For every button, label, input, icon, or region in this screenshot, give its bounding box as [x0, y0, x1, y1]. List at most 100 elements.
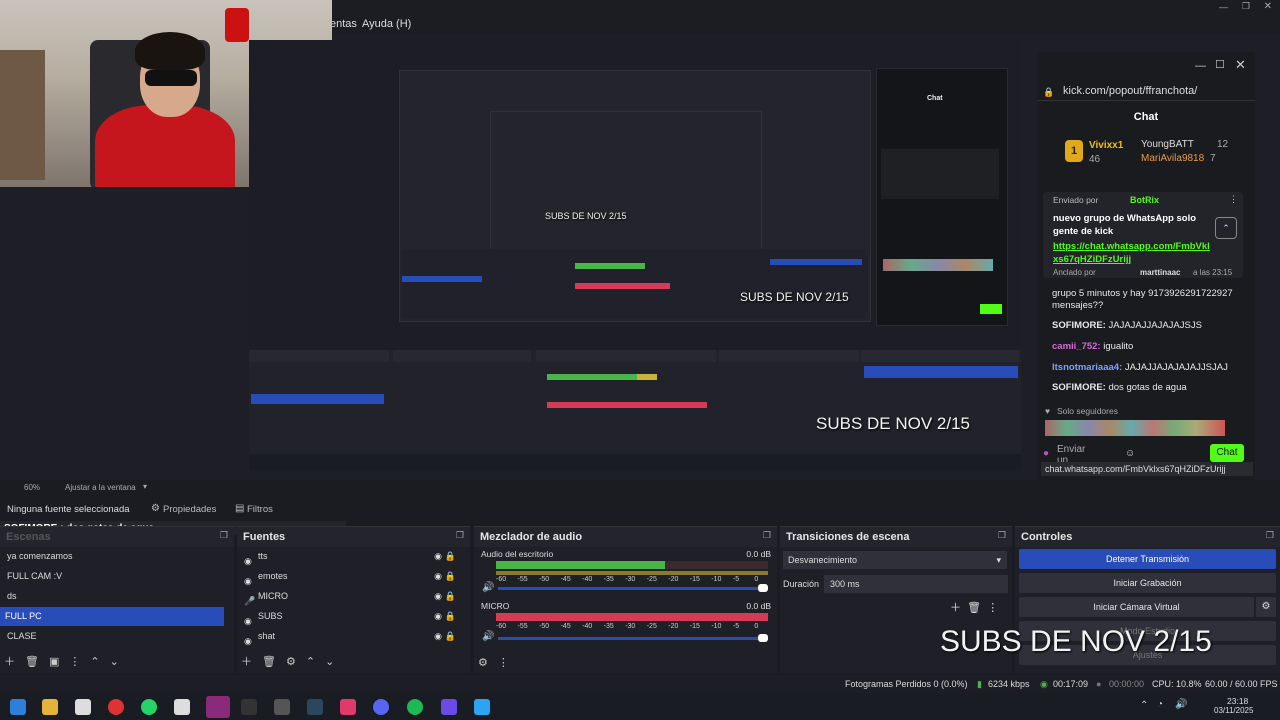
- eye-icon[interactable]: ◉: [434, 627, 442, 646]
- fit-window[interactable]: Ajustar a la ventana: [65, 483, 136, 492]
- app-icon[interactable]: [274, 699, 290, 715]
- dock-float-icon[interactable]: ❐: [998, 530, 1006, 541]
- chat-minimize-icon[interactable]: —: [1195, 60, 1206, 72]
- obs-icon[interactable]: [206, 696, 230, 718]
- lock-icon[interactable]: 🔒: [445, 587, 456, 606]
- calendar-icon[interactable]: [75, 699, 91, 715]
- eye-icon[interactable]: ◉: [434, 547, 442, 566]
- chat-send-button[interactable]: Chat: [1210, 444, 1244, 462]
- scene-item[interactable]: CLASE: [2, 627, 228, 646]
- cpu-usage: CPU: 10.8%: [1152, 679, 1202, 689]
- zoom-value[interactable]: 60%: [24, 483, 40, 492]
- lock-icon[interactable]: 🔒: [445, 627, 456, 646]
- app-icon[interactable]: [474, 699, 490, 715]
- remove-scene-icon[interactable]: 🗑: [25, 656, 39, 668]
- source-props-icon[interactable]: ⚙: [286, 656, 296, 668]
- move-up-icon[interactable]: ⌃: [306, 656, 315, 668]
- spotify-icon[interactable]: [407, 699, 423, 715]
- start-virtual-camera-button[interactable]: Iniciar Cámara Virtual: [1019, 597, 1254, 617]
- volume-handle[interactable]: [758, 584, 768, 592]
- volume-slider[interactable]: [498, 637, 768, 640]
- dock-float-icon[interactable]: ❐: [1266, 530, 1274, 541]
- volume-handle[interactable]: [758, 634, 768, 642]
- dock-float-icon[interactable]: ❐: [220, 530, 228, 541]
- source-item[interactable]: ◉ emotes ◉ 🔒: [239, 567, 464, 586]
- file-explorer-icon[interactable]: [42, 699, 58, 715]
- move-down-icon[interactable]: ⌄: [325, 656, 334, 668]
- source-item[interactable]: 🎤 MICRO ◉ 🔒: [239, 587, 464, 606]
- menu-item-ayuda[interactable]: Ayuda (H): [362, 18, 411, 30]
- transition-more-icon[interactable]: ⋮: [987, 602, 998, 614]
- clock-date[interactable]: 03/11/2025: [1214, 706, 1253, 715]
- scene-item-selected[interactable]: FULL PC: [0, 607, 224, 626]
- pin-icon[interactable]: ⋮: [1229, 194, 1238, 205]
- lock-icon[interactable]: 🔒: [445, 607, 456, 626]
- emote-row[interactable]: [1045, 420, 1225, 436]
- transition-select[interactable]: Desvanecimiento ▾: [783, 551, 1007, 569]
- move-down-icon[interactable]: ⌄: [110, 656, 119, 668]
- filters-button[interactable]: Filtros: [247, 504, 273, 515]
- lock-icon[interactable]: 🔒: [445, 547, 456, 566]
- stop-streaming-button[interactable]: Detener Transmisión: [1019, 549, 1276, 569]
- start-recording-button[interactable]: Iniciar Grabación: [1019, 573, 1276, 593]
- gear-icon[interactable]: ⚙: [151, 503, 160, 514]
- mic-icon: 🎤: [244, 595, 256, 606]
- dock-float-icon[interactable]: ❐: [763, 530, 771, 541]
- chat-maximize-icon[interactable]: ☐: [1215, 58, 1225, 71]
- eye-icon[interactable]: ◉: [434, 607, 442, 626]
- scene-filters-icon[interactable]: ▣: [49, 656, 59, 668]
- chat-url[interactable]: kick.com/popout/ffranchota/: [1063, 85, 1197, 97]
- remove-transition-icon[interactable]: 🗑: [967, 602, 981, 614]
- volume-icon[interactable]: 🔊: [482, 582, 494, 593]
- scene-item[interactable]: ya comenzamos: [2, 547, 228, 566]
- volume-icon[interactable]: 🔊: [482, 631, 494, 642]
- whatsapp-icon[interactable]: [141, 699, 157, 715]
- discord-icon[interactable]: [373, 699, 389, 715]
- eye-icon[interactable]: ◉: [434, 567, 442, 586]
- mixer-more-icon[interactable]: ⋮: [498, 657, 509, 669]
- dock-float-icon[interactable]: ❐: [456, 530, 464, 541]
- wifi-icon[interactable]: ◔: [1157, 699, 1163, 710]
- source-item[interactable]: ◉ tts ◉ 🔒: [239, 547, 464, 566]
- maximize-icon[interactable]: ❐: [1242, 1, 1250, 12]
- program-preview[interactable]: SUBS DE NOV 2/15 SUBS DE NOV 2/15 Chat S…: [0, 0, 1280, 480]
- windows-start-icon[interactable]: [10, 699, 26, 715]
- duration-input[interactable]: 300 ms: [824, 575, 1008, 593]
- chevron-down-icon[interactable]: ▾: [143, 482, 147, 491]
- advanced-audio-icon[interactable]: ⚙: [478, 657, 488, 669]
- scene-item[interactable]: FULL CAM :V: [2, 567, 228, 586]
- filters-icon[interactable]: ▤: [235, 503, 244, 514]
- clock-time[interactable]: 23:18: [1227, 696, 1248, 706]
- eye-icon[interactable]: ◉: [434, 587, 442, 606]
- close-icon[interactable]: ✕: [1264, 1, 1272, 12]
- steam-icon[interactable]: [307, 699, 323, 715]
- mic-icon[interactable]: ●: [1043, 448, 1049, 459]
- minimize-icon[interactable]: —: [1219, 2, 1228, 12]
- opera-icon[interactable]: [108, 699, 124, 715]
- messenger-icon[interactable]: [441, 699, 457, 715]
- tiktok-icon[interactable]: [340, 699, 356, 715]
- volume-tray-icon[interactable]: 🔊: [1175, 699, 1187, 710]
- add-transition-icon[interactable]: ＋: [950, 602, 961, 614]
- source-item[interactable]: ◉ SUBS ◉ 🔒: [239, 607, 464, 626]
- emote-icon[interactable]: ☺: [1125, 448, 1135, 459]
- add-source-icon[interactable]: ＋: [241, 656, 252, 668]
- epic-games-icon[interactable]: [241, 699, 257, 715]
- lock-icon[interactable]: 🔒: [445, 567, 456, 586]
- chat-close-icon[interactable]: ✕: [1235, 57, 1246, 73]
- source-item[interactable]: ◉ shat ◉ 🔒: [239, 627, 464, 646]
- app-icon[interactable]: [174, 699, 190, 715]
- move-up-icon[interactable]: ⌃: [90, 656, 99, 668]
- menu-item-herramientas[interactable]: entas: [330, 18, 357, 30]
- volume-slider[interactable]: [498, 587, 768, 590]
- kick-chat-window[interactable]: — ☐ ✕ 🔒 kick.com/popout/ffranchota/ Chat…: [1037, 52, 1255, 480]
- tray-chevron-icon[interactable]: ⌃: [1140, 700, 1148, 711]
- scene-more-icon[interactable]: ⋮: [69, 656, 80, 668]
- scene-item[interactable]: ds: [2, 587, 228, 606]
- remove-source-icon[interactable]: 🗑: [262, 656, 276, 668]
- virtual-camera-gear-icon[interactable]: ⚙: [1256, 597, 1276, 617]
- pinned-link[interactable]: https://chat.whatsapp.com/FmbVklxs67qHZi…: [1053, 240, 1213, 266]
- add-scene-icon[interactable]: ＋: [4, 656, 15, 668]
- collapse-pinned-icon[interactable]: ⌃: [1215, 217, 1237, 239]
- properties-button[interactable]: Propiedades: [163, 504, 216, 515]
